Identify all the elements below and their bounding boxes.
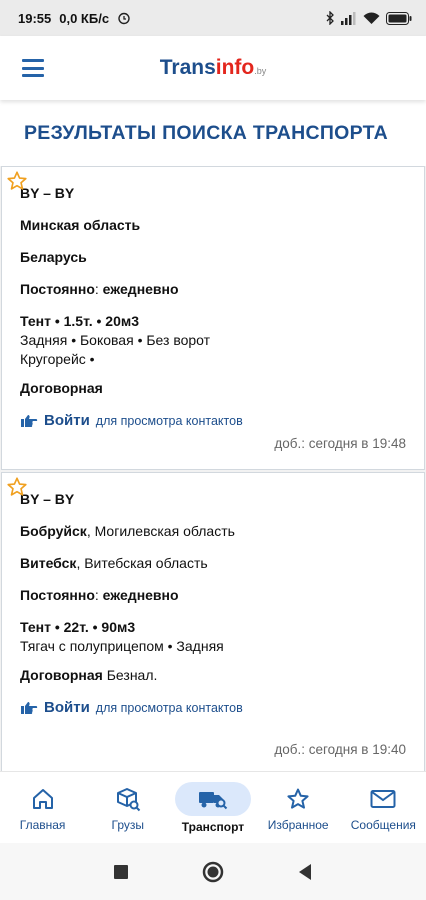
nav-cargo[interactable]: Грузы [88,784,168,832]
recent-apps-icon[interactable] [113,864,129,880]
nav-label: Избранное [267,817,329,832]
results-list[interactable]: BY – BY Минская область Беларусь Постоян… [0,166,426,771]
route: BY – BY [20,185,75,201]
package-search-icon [116,787,140,811]
transinfo-logo[interactable]: Transinfo.by [160,56,267,80]
truck-search-icon [198,791,228,809]
nav-label: Грузы [111,817,145,832]
to-location: Витебск, Витебская область [20,555,208,571]
favorite-star-icon[interactable] [6,476,28,498]
login-hint[interactable]: для просмотра контактов [96,701,243,715]
loading-type: Тягач с полуприцепом • Задняя [20,638,224,654]
status-time: 19:55 [18,10,52,26]
nav-transport[interactable]: Транспорт [173,781,253,834]
battery-icon [386,11,412,25]
login-hint[interactable]: для просмотра контактов [96,414,243,428]
favorite-star-icon[interactable] [6,170,28,192]
price: Договорная Безнал. [20,667,158,683]
login-link[interactable]: Войти [44,699,90,716]
signal-icon [341,11,356,25]
vehicle-info: Тент • 22т. • 90м3 [20,619,136,635]
nav-favorites[interactable]: Избранное [258,784,338,832]
price: Договорная [20,380,103,396]
thumb-point-icon [21,414,38,427]
from-location: Минская область [20,217,141,233]
to-location: Беларусь [20,249,87,265]
page-title: РЕЗУЛЬТАТЫ ПОИСКА ТРАНСПОРТА [24,121,389,144]
home-button-icon[interactable] [201,860,225,884]
status-speed: 0,0 КБ/с [59,10,110,26]
added-time: доб.: сегодня в 19:48 [274,436,406,451]
status-bar: 19:55 0,0 КБ/с [0,0,426,36]
home-icon [32,788,53,809]
trip-type: Кругорейс • [20,351,95,367]
star-icon [287,788,309,809]
nav-label: Сообщения [350,817,416,832]
nav-messages[interactable]: Сообщения [343,784,423,832]
app-bar: Transinfo.by [0,36,426,100]
nav-home[interactable]: Главная [3,784,83,832]
bottom-nav: Главная Грузы Транспорт Избранное Сообще… [0,771,426,843]
wifi-icon [363,12,380,24]
menu-icon[interactable] [22,59,44,77]
alarm-icon [118,12,130,25]
bluetooth-icon [326,11,334,25]
schedule: Постоянно: ежедневно [20,281,179,297]
mail-icon [370,789,396,808]
transport-card[interactable]: BY – BY Минская область Беларусь Постоян… [1,166,425,470]
added-time: доб.: сегодня в 19:40 [274,742,406,757]
from-location: Бобруйск, Могилевская область [20,523,235,539]
nav-label: Транспорт [181,819,245,834]
login-link[interactable]: Войти [44,412,90,429]
thumb-point-icon [21,701,38,714]
schedule: Постоянно: ежедневно [20,587,179,603]
loading-type: Задняя • Боковая • Без ворот [20,332,211,348]
route: BY – BY [20,491,75,507]
nav-label: Главная [19,817,66,832]
vehicle-info: Тент • 1.5т. • 20м3 [20,313,140,329]
system-nav-bar [0,843,426,900]
transport-card[interactable]: BY – BY Бобруйск, Могилевская область Ви… [1,472,425,771]
back-icon[interactable] [297,863,313,881]
